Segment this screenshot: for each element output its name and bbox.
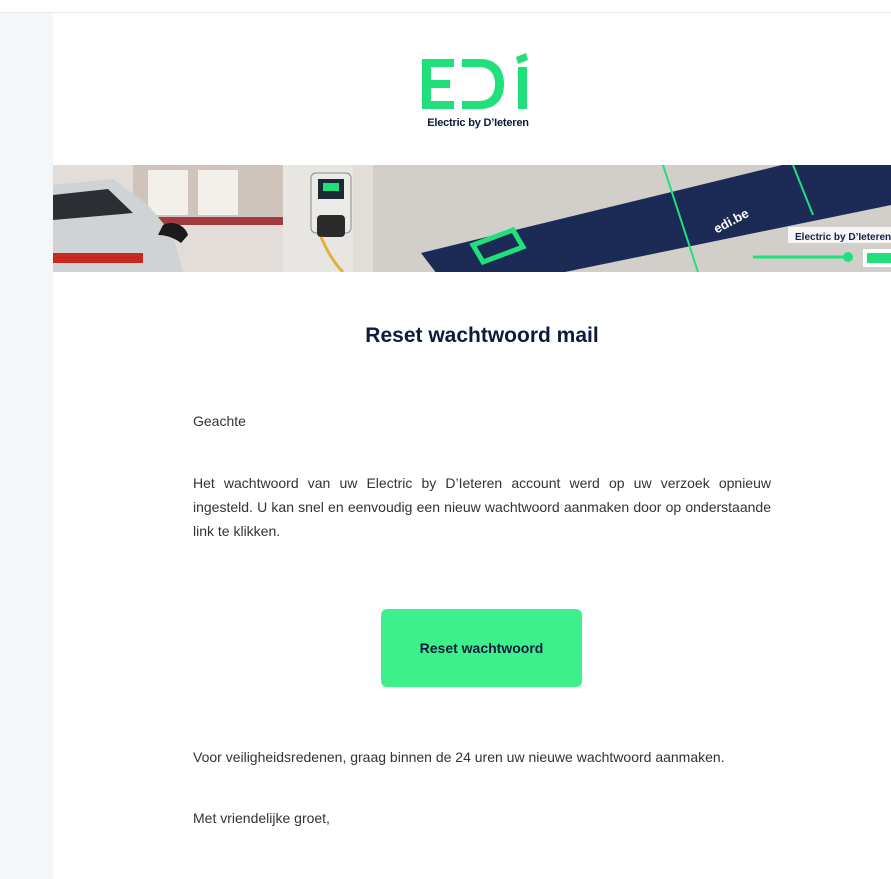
banner-brand-text: Electric by D’Ieteren [795,232,891,243]
security-paragraph: Voor veiligheidsredenen, graag binnen de… [193,749,725,765]
email-body: Electric by D’Ieteren edi.be Electric by… [53,13,891,879]
top-bar [0,0,891,13]
edi-logo: Electric by D’Ieteren [418,53,548,145]
email-title: Reset wachtwoord mail [365,324,599,347]
intro-paragraph: Het wachtwoord van uw Electric by D’Iete… [193,475,771,539]
hero-banner: edi.be Electric by D’Ieteren [53,165,891,272]
banner-image [53,165,891,272]
edi-logo-icon [422,53,528,109]
greeting-text: Geachte [193,413,246,429]
closing-text: Met vriendelijke groet, [193,810,330,826]
left-gutter [0,13,53,879]
reset-password-button[interactable]: Reset wachtwoord [381,609,582,687]
logo-subtitle: Electric by D’Ieteren [427,117,529,129]
